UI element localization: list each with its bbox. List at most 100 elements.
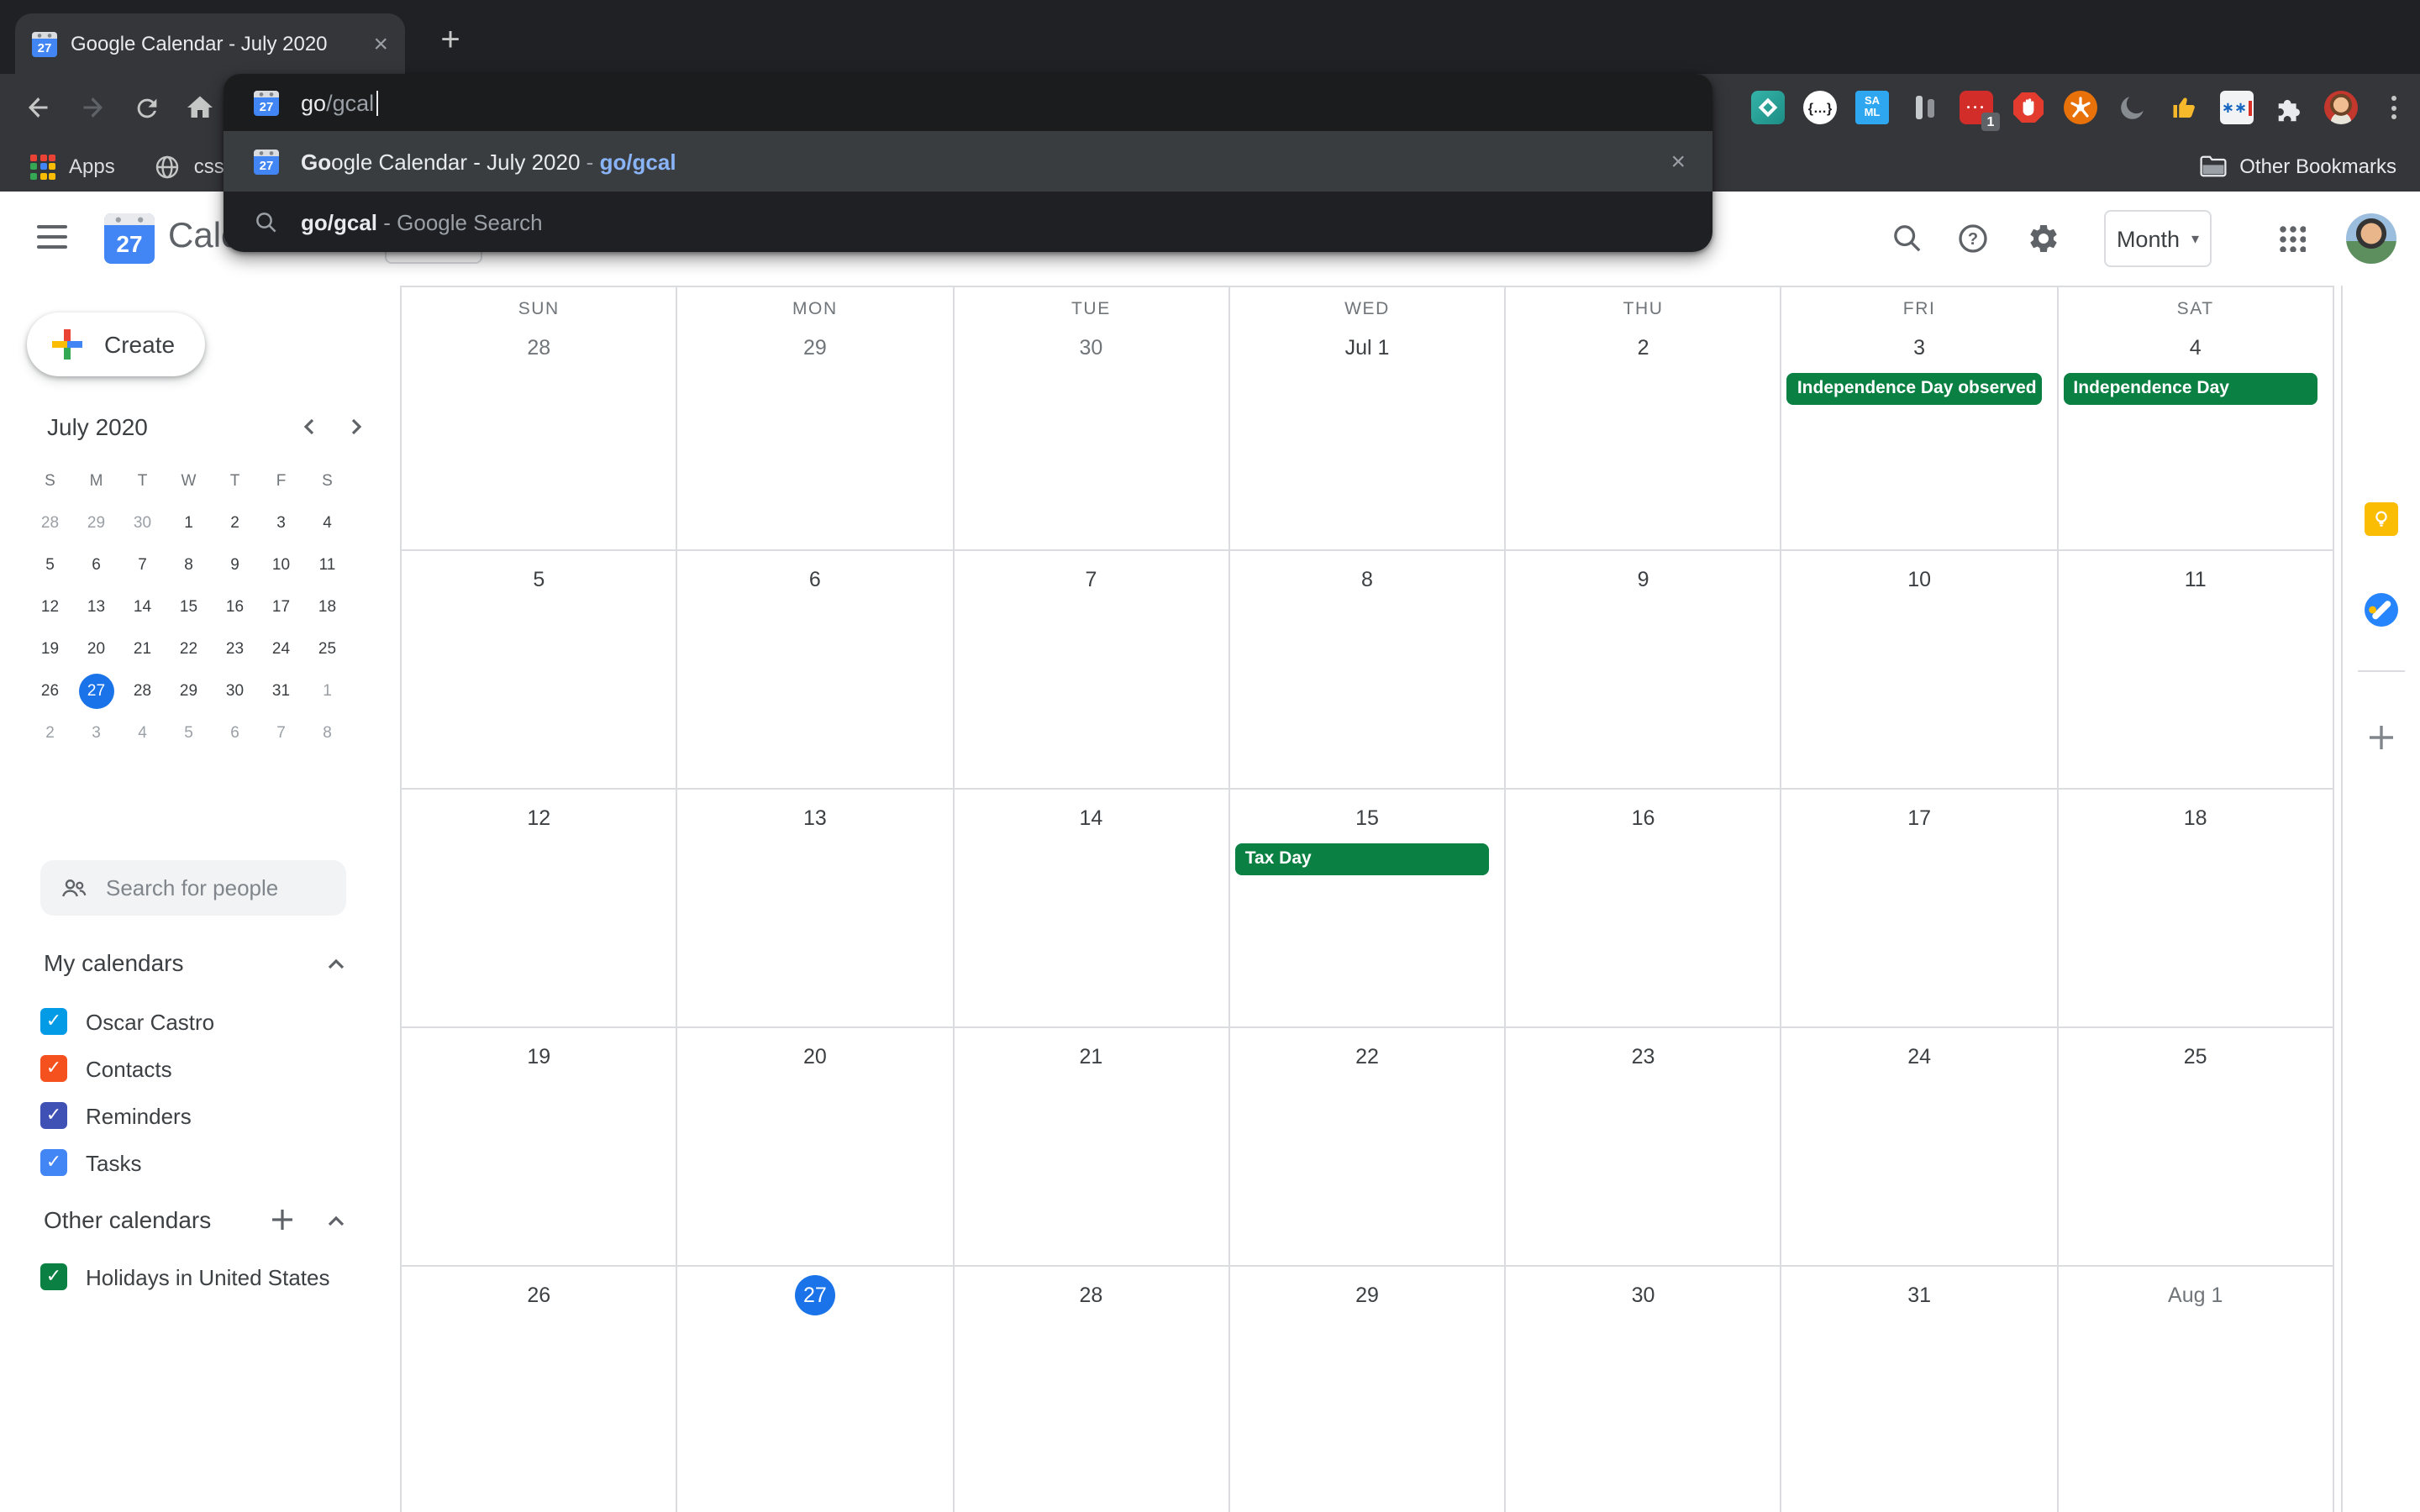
mini-day[interactable]: 4 (310, 506, 345, 541)
date-label[interactable]: 8 (1347, 559, 1387, 600)
day-cell[interactable]: 5 (402, 551, 678, 790)
profile-avatar[interactable] (2324, 91, 2358, 124)
lastpass-icon[interactable]: ··· 1 (1960, 91, 1993, 124)
mini-day[interactable]: 25 (310, 632, 345, 667)
account-avatar[interactable] (2346, 213, 2396, 264)
search-icon[interactable] (1889, 220, 1926, 257)
day-cell[interactable]: 25 (2058, 1028, 2334, 1267)
date-label[interactable]: 23 (1623, 1037, 1664, 1077)
day-cell[interactable]: 8 (1230, 551, 1507, 790)
date-label[interactable]: 28 (518, 328, 559, 368)
date-label[interactable]: 22 (1347, 1037, 1387, 1077)
date-label[interactable]: 25 (2175, 1037, 2216, 1077)
today-button-partial[interactable] (385, 252, 482, 264)
tasks-icon[interactable] (2363, 591, 2400, 628)
suggestion-row-selected[interactable]: Google Calendar - July 2020 - go/gcal × (224, 131, 1712, 192)
mini-day[interactable]: 3 (79, 716, 114, 751)
date-label[interactable]: 12 (518, 798, 559, 838)
mini-day[interactable]: 3 (264, 506, 299, 541)
orange-hub-icon[interactable] (2064, 91, 2097, 124)
date-label[interactable]: 9 (1623, 559, 1664, 600)
date-label[interactable]: 30 (1071, 328, 1111, 368)
mini-day[interactable]: 29 (171, 674, 207, 709)
mini-day[interactable]: 8 (310, 716, 345, 751)
mini-day[interactable]: 15 (171, 590, 207, 625)
date-label[interactable]: 13 (795, 798, 835, 838)
calendar-list-item[interactable]: Holidays in United States (40, 1253, 376, 1300)
mini-day[interactable]: 5 (171, 716, 207, 751)
mini-day[interactable]: 10 (264, 548, 299, 583)
day-cell[interactable]: 13 (678, 790, 955, 1028)
day-cell[interactable]: TUE30 (954, 287, 1230, 551)
date-label[interactable]: 17 (1899, 798, 1939, 838)
new-tab-button[interactable]: + (427, 17, 474, 64)
date-label[interactable]: 10 (1899, 559, 1939, 600)
event-pill[interactable]: Tax Day (1235, 843, 1490, 875)
event-pill[interactable]: Independence Day (2063, 373, 2317, 405)
settings-gear-icon[interactable] (2025, 220, 2062, 257)
mini-day[interactable]: 20 (79, 632, 114, 667)
day-cell[interactable]: FRI3Independence Day observed (1782, 287, 2059, 551)
back-icon[interactable] (20, 89, 57, 126)
suggestion-row-search[interactable]: go/gcal - Google Search (224, 192, 1712, 252)
mini-day[interactable]: 22 (171, 632, 207, 667)
date-label[interactable]: 21 (1071, 1037, 1111, 1077)
forward-icon[interactable] (74, 89, 111, 126)
adblock-icon[interactable] (2012, 91, 2045, 124)
pause-icon[interactable] (1907, 91, 1941, 124)
mini-day[interactable]: 28 (125, 674, 160, 709)
date-label[interactable]: 4 (2175, 328, 2216, 368)
date-label[interactable]: 20 (795, 1037, 835, 1077)
day-cell[interactable]: 21 (954, 1028, 1230, 1267)
day-cell[interactable]: 12 (402, 790, 678, 1028)
date-label[interactable]: 18 (2175, 798, 2216, 838)
mini-day[interactable]: 4 (125, 716, 160, 751)
puzzle-extensions-icon[interactable] (2272, 91, 2306, 124)
main-menu-icon[interactable] (37, 225, 67, 249)
date-label[interactable]: Jul 1 (1342, 328, 1393, 368)
day-cell[interactable]: Aug 1 (2058, 1267, 2334, 1512)
checkbox-checked-icon[interactable] (40, 1055, 67, 1082)
mini-day-today[interactable]: 27 (79, 674, 114, 709)
mini-day[interactable]: 11 (310, 548, 345, 583)
mini-day[interactable]: 14 (125, 590, 160, 625)
mini-day[interactable]: 2 (218, 506, 253, 541)
omnibox[interactable]: go/gcal (224, 74, 1712, 131)
mini-day[interactable]: 24 (264, 632, 299, 667)
date-label[interactable]: 29 (795, 328, 835, 368)
mini-day[interactable]: 31 (264, 674, 299, 709)
day-cell[interactable]: SUN28 (402, 287, 678, 551)
reload-icon[interactable] (128, 89, 165, 126)
day-cell[interactable]: MON29 (678, 287, 955, 551)
day-cell[interactable]: SAT4Independence Day (2058, 287, 2334, 551)
date-label[interactable]: 2 (1623, 328, 1664, 368)
day-cell[interactable]: 15Tax Day (1230, 790, 1507, 1028)
mini-day[interactable]: 29 (79, 506, 114, 541)
mini-day[interactable]: 17 (264, 590, 299, 625)
mini-day[interactable]: 1 (171, 506, 207, 541)
day-cell[interactable]: 23 (1506, 1028, 1782, 1267)
day-cell[interactable]: 18 (2058, 790, 2334, 1028)
dark-mode-moon-icon[interactable] (2116, 91, 2149, 124)
mini-day[interactable]: 6 (218, 716, 253, 751)
date-label[interactable]: Aug 1 (2165, 1275, 2226, 1315)
date-label[interactable]: 6 (795, 559, 835, 600)
day-cell[interactable]: 28 (954, 1267, 1230, 1512)
mini-day[interactable]: 1 (310, 674, 345, 709)
mini-day[interactable]: 6 (79, 548, 114, 583)
day-cell[interactable]: 14 (954, 790, 1230, 1028)
date-label[interactable]: 19 (518, 1037, 559, 1077)
keep-icon[interactable] (2363, 501, 2400, 538)
mini-day[interactable]: 18 (310, 590, 345, 625)
event-pill[interactable]: Independence Day observed (1787, 373, 2042, 405)
date-label[interactable]: 5 (518, 559, 559, 600)
mini-day[interactable]: 13 (79, 590, 114, 625)
prev-month-icon[interactable] (299, 417, 319, 437)
day-cell[interactable]: 16 (1506, 790, 1782, 1028)
browser-tab[interactable]: Google Calendar - July 2020 × (15, 13, 405, 74)
day-cell[interactable]: 17 (1782, 790, 2059, 1028)
google-apps-grid-icon[interactable] (2279, 225, 2306, 252)
day-cell[interactable]: 29 (1230, 1267, 1507, 1512)
day-cell[interactable]: 7 (954, 551, 1230, 790)
mini-day[interactable]: 28 (33, 506, 68, 541)
